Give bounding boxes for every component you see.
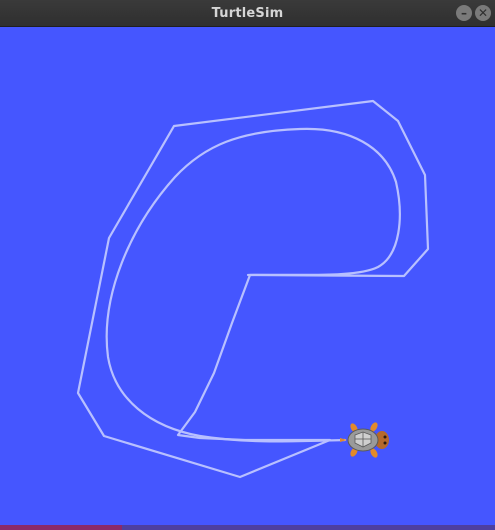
window-title: TurtleSim xyxy=(211,6,284,21)
desktop-strip xyxy=(0,525,495,530)
turtle-icon xyxy=(340,422,389,458)
minimize-icon: – xyxy=(461,6,467,20)
minimize-button[interactable]: – xyxy=(456,5,472,21)
title-bar[interactable]: TurtleSim – ✕ xyxy=(0,0,495,27)
drawing-surface xyxy=(76,99,430,479)
turtlesim-window: TurtleSim – ✕ xyxy=(0,0,495,530)
outer-trail xyxy=(76,99,430,479)
turtle-canvas xyxy=(0,27,495,525)
desktop-strip-accent xyxy=(0,525,122,530)
close-icon: ✕ xyxy=(477,6,489,20)
inner-trail xyxy=(105,127,401,443)
close-button[interactable]: ✕ xyxy=(475,5,491,21)
